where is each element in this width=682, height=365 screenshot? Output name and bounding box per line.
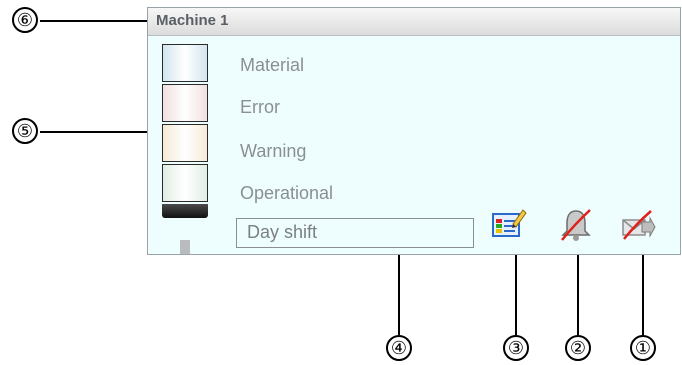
lamp-error [162, 84, 208, 122]
bell-muted-icon[interactable] [558, 207, 594, 241]
lamp-operational [162, 164, 208, 202]
leader-line-1 [642, 246, 644, 335]
leader-line-6 [40, 20, 147, 22]
mail-forward-disabled-icon[interactable] [620, 210, 656, 242]
lamp-material [162, 44, 208, 82]
notes-edit-icon[interactable] [491, 208, 527, 240]
callout-3: ③ [503, 335, 529, 361]
lamp-warning [162, 124, 208, 162]
callout-5: ⑤ [12, 118, 38, 144]
machine-panel: Machine 1 Material Error Warning Operati… [147, 7, 681, 255]
callout-2: ② [565, 335, 591, 361]
label-material: Material [240, 55, 305, 75]
machine-title: Machine 1 [156, 12, 229, 29]
title-bar: Machine 1 [148, 8, 680, 36]
shift-field[interactable]: Day shift [236, 218, 474, 248]
tower-base [162, 204, 208, 218]
callout-6: ⑥ [12, 7, 38, 33]
callout-4: ④ [386, 335, 412, 361]
label-error: Error [240, 97, 280, 117]
signal-tower [162, 44, 210, 218]
leader-line-2 [577, 246, 579, 335]
label-warning: Warning [240, 141, 307, 161]
tower-stem [180, 240, 190, 254]
callout-1: ① [630, 335, 656, 361]
label-operational: Operational [240, 183, 334, 203]
